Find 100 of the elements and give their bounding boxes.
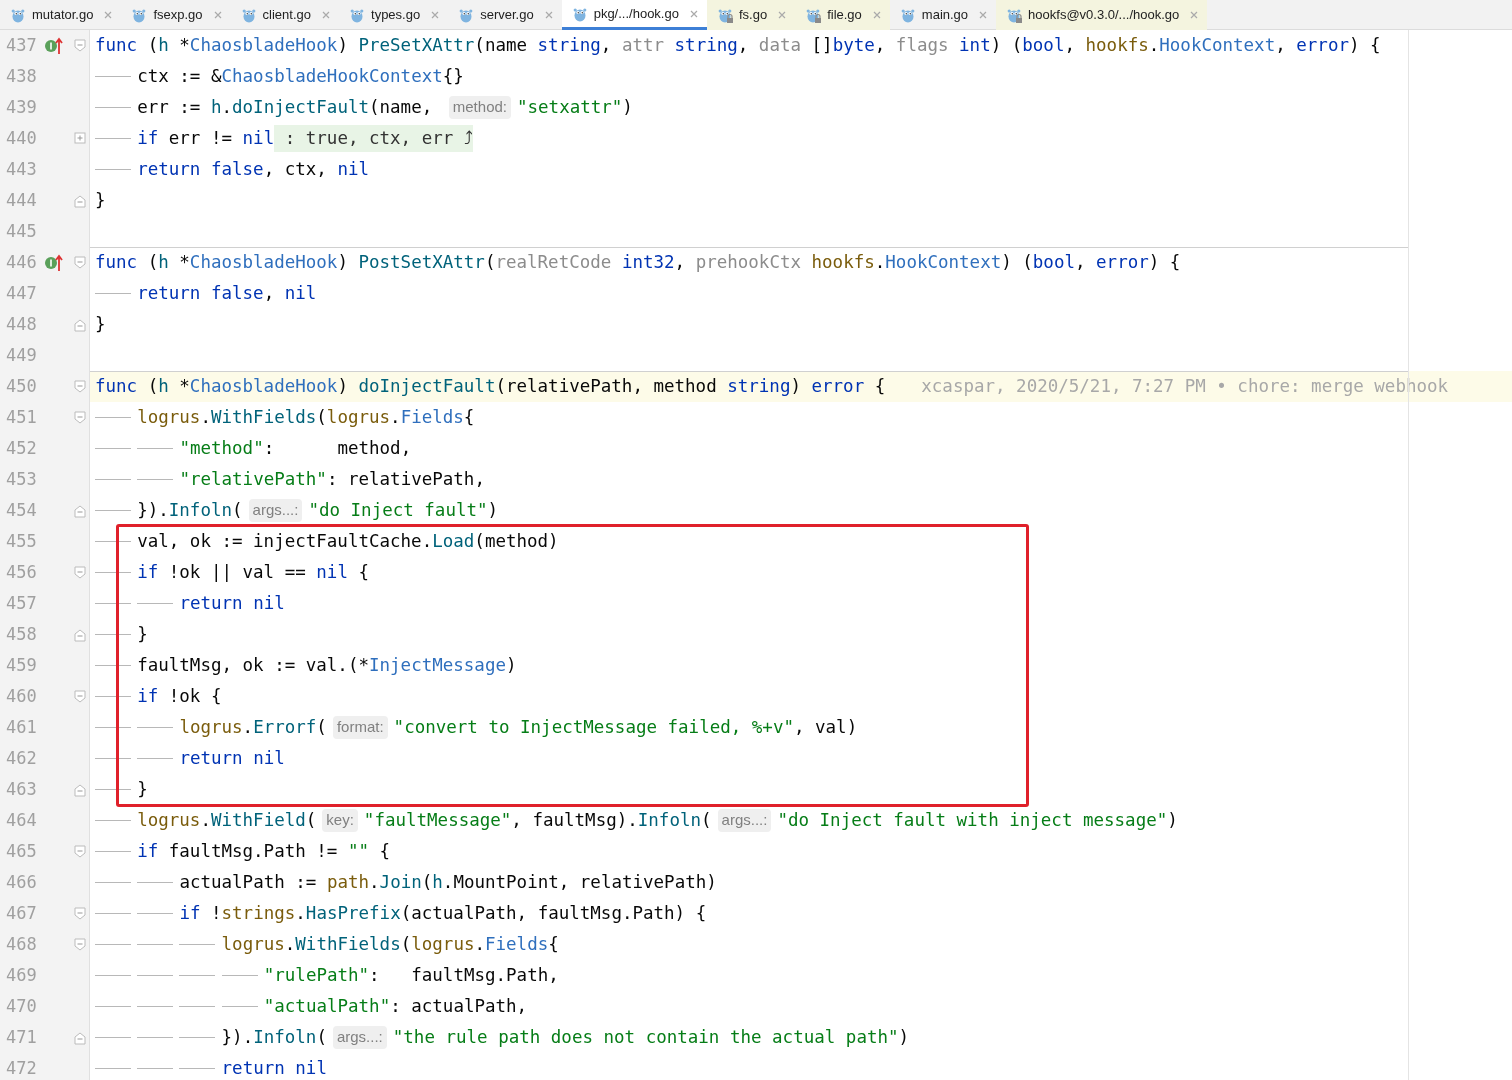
line-number: 447 xyxy=(5,281,38,305)
line-number: 451 xyxy=(5,405,38,429)
tab-marker xyxy=(137,913,174,914)
tab-marker xyxy=(95,1068,131,1069)
tab-marker xyxy=(95,1006,131,1007)
line-number: 453 xyxy=(5,467,38,491)
tab-marker xyxy=(95,634,131,635)
code-text: ctx := &ChaosbladeHookContext{} xyxy=(137,65,464,89)
tab-marker xyxy=(95,696,131,697)
code-text: } xyxy=(137,778,148,802)
line-number: 456 xyxy=(5,560,38,584)
code-text: logrus.WithFields(logrus.Fields{ xyxy=(137,406,475,430)
editor-tab[interactable]: main.go xyxy=(889,0,997,30)
code-text: logrus.WithField( xyxy=(137,809,317,833)
close-icon xyxy=(688,8,699,19)
locked-file-icon xyxy=(1006,7,1023,23)
close-icon xyxy=(1189,10,1200,20)
code-text: } xyxy=(95,189,106,213)
fold-icon[interactable] xyxy=(74,1030,86,1045)
tab-marker xyxy=(179,1068,216,1069)
line-number: 444 xyxy=(5,188,38,212)
tab-marker xyxy=(179,1006,216,1007)
parameter-hint: args...: xyxy=(332,1026,387,1049)
code-text: "method": method, xyxy=(179,437,412,461)
editor-tab[interactable]: types.go xyxy=(339,0,449,30)
fold-icon[interactable] xyxy=(74,937,86,952)
tab-marker xyxy=(95,665,131,666)
tab-marker xyxy=(95,417,131,418)
tab-marker xyxy=(179,1037,216,1038)
line-number: 466 xyxy=(5,870,38,894)
fold-icon[interactable] xyxy=(74,844,86,859)
line-number: 471 xyxy=(5,1025,38,1049)
fold-icon[interactable] xyxy=(74,379,86,394)
code-text: faultMsg, ok := val.(*InjectMessage) xyxy=(137,654,517,678)
tab-marker xyxy=(137,1068,174,1069)
editor-tab[interactable]: fs.go xyxy=(706,0,796,30)
expand-icon[interactable] xyxy=(74,131,86,146)
code-text: "do Inject fault with inject message") xyxy=(777,809,1178,833)
code-text: "convert to InjectMessage failed, %+v", val) xyxy=(393,716,858,740)
fold-icon[interactable] xyxy=(74,689,86,704)
line-number: 467 xyxy=(5,901,38,925)
code-text: return nil xyxy=(221,1057,327,1080)
tab-marker xyxy=(137,448,174,449)
code-text: "rulePath": faultMsg.Path, xyxy=(263,964,559,988)
fold-icon[interactable] xyxy=(74,255,86,270)
tab-marker xyxy=(137,1037,174,1038)
fold-icon[interactable] xyxy=(74,906,86,921)
tab-marker xyxy=(95,727,131,728)
parameter-hint: format: xyxy=(332,716,388,739)
parameter-hint: args...: xyxy=(248,499,303,522)
editor-tab[interactable]: fsexp.go xyxy=(121,0,231,30)
fold-icon[interactable] xyxy=(74,503,86,518)
code-text: } xyxy=(137,623,148,647)
code-text: func (h *ChaosbladeHook) doInjectFault(relativePath, method string) error { xyxy=(95,375,886,399)
editor-tab[interactable]: server.go xyxy=(448,0,562,30)
close-icon xyxy=(321,10,331,20)
line-number: 449 xyxy=(5,343,38,367)
parameter-hint: key: xyxy=(322,809,358,832)
code-text: return false, nil xyxy=(137,282,317,306)
line-number: 446 xyxy=(5,250,38,274)
tab-marker xyxy=(179,944,216,945)
editor-tab[interactable]: mutator.go xyxy=(0,0,122,30)
fold-icon[interactable] xyxy=(74,38,86,53)
editor-tab[interactable]: file.go xyxy=(795,0,890,30)
editor-tab[interactable]: hookfs@v0.3.0/.../hook.go xyxy=(996,0,1208,30)
code-text: "actualPath": actualPath, xyxy=(263,995,528,1019)
tab-marker xyxy=(179,975,216,976)
code-text: return false, ctx, nil xyxy=(137,158,369,182)
close-icon xyxy=(430,10,441,20)
editor-tab[interactable]: client.go xyxy=(230,0,339,30)
code-text: "faultMessage", faultMsg).Infoln( xyxy=(363,809,712,833)
editor-tab[interactable]: pkg/.../hook.go xyxy=(561,0,707,30)
locked-file-icon xyxy=(716,7,733,23)
line-number: 437 xyxy=(5,33,38,57)
go-file-icon xyxy=(899,7,916,23)
folded-code[interactable]: : true, ctx, err ⤴ xyxy=(274,125,473,152)
fold-icon[interactable] xyxy=(74,317,86,332)
tab-marker xyxy=(95,1037,131,1038)
fold-icon[interactable] xyxy=(74,627,86,642)
fold-icon[interactable] xyxy=(74,410,86,425)
tab-marker xyxy=(95,76,131,77)
code-text: val, ok := injectFaultCache.Load(method) xyxy=(137,530,559,554)
line-number: 459 xyxy=(5,653,38,677)
tab-marker xyxy=(137,727,174,728)
code-text: if !ok { xyxy=(137,685,222,709)
fold-icon[interactable] xyxy=(74,782,86,797)
code-text: logrus.WithFields(logrus.Fields{ xyxy=(221,933,559,957)
fold-icon[interactable] xyxy=(74,193,86,208)
fold-icon[interactable] xyxy=(74,565,86,580)
parameter-hint: method: xyxy=(448,96,511,119)
code-text: return nil xyxy=(179,747,285,771)
tab-marker xyxy=(137,758,174,759)
go-file-icon xyxy=(349,7,365,23)
tab-marker xyxy=(95,913,131,914)
tab-marker xyxy=(95,882,131,883)
go-file-icon xyxy=(240,7,257,23)
code-text: if !ok || val == nil { xyxy=(137,561,369,585)
code-text: func (h *ChaosbladeHook) PreSetXAttr(name string, attr string, data []byte, flags int) (bool, hookfs.HookContext, error) { xyxy=(95,34,1381,58)
go-file-icon xyxy=(571,5,588,22)
line-number: 461 xyxy=(5,715,38,739)
